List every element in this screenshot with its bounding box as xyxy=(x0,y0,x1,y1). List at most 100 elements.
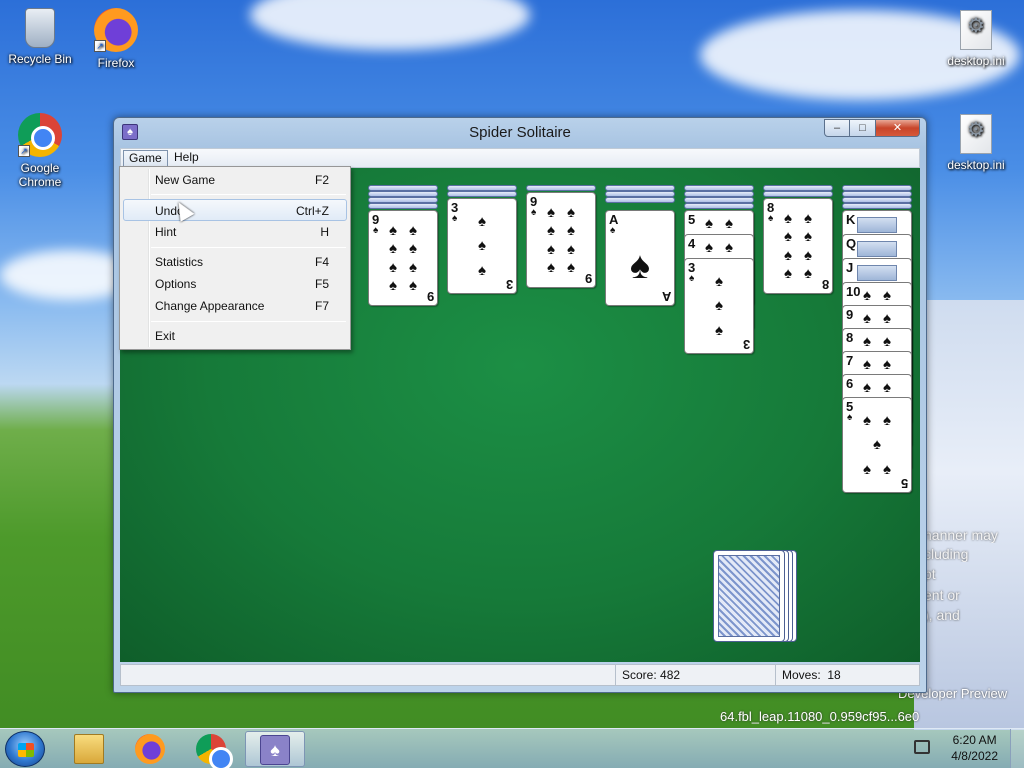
card-pips: ♠ ♠ ♠ xyxy=(478,212,486,280)
card-rank: 5 xyxy=(688,212,696,227)
menu-item-label: Change Appearance xyxy=(155,299,265,313)
tableau-card[interactable]: A ♠ ♠ A xyxy=(605,210,675,306)
menu-item-new-game[interactable]: New Game F2 xyxy=(123,169,347,191)
menu-item-statistics[interactable]: Statistics F4 xyxy=(123,251,347,273)
start-button[interactable] xyxy=(5,731,45,767)
menu-item-label: Statistics xyxy=(155,255,204,269)
card-rank: 8 xyxy=(846,330,854,345)
tableau-card[interactable]: 3 ♠ ♠ ♠ ♠ 3 xyxy=(447,198,517,294)
wallpaper-text: pt xyxy=(924,566,936,582)
desktop-icon-recycle-bin[interactable]: Recycle Bin xyxy=(0,8,80,66)
stock-pile[interactable] xyxy=(713,550,785,642)
system-clock[interactable]: 6:20 AM 4/8/2022 xyxy=(951,732,998,764)
card-rank: 3 xyxy=(505,277,513,292)
card-rank: Q xyxy=(846,236,857,251)
desktop-icon-chrome[interactable]: ↗ Google Chrome xyxy=(0,113,80,189)
recycle-bin-icon xyxy=(25,8,55,48)
card-pips: ♠ ♠ ♠ xyxy=(715,272,723,340)
card-pips: ♠ ♠ xyxy=(863,379,891,396)
card-pips: ♠ ♠ xyxy=(863,287,891,304)
window-title: Spider Solitaire xyxy=(469,124,571,141)
tableau-card[interactable]: 5 ♠ ♠ ♠ ♠ ♠ ♠ 5 xyxy=(842,397,912,493)
folder-icon xyxy=(74,734,104,764)
score-value: 482 xyxy=(660,668,681,682)
desktop-icon-ini[interactable]: desktop.ini xyxy=(936,10,1016,68)
card-rank: 4 xyxy=(688,236,696,251)
tableau-card[interactable]: 8 ♠ ♠ ♠ ♠ ♠ ♠ ♠ ♠ ♠ 8 xyxy=(763,198,833,294)
minimize-button[interactable]: – xyxy=(824,119,850,137)
menu-item-label: Exit xyxy=(155,329,176,343)
maximize-button[interactable]: □ xyxy=(850,119,876,137)
card-face-art xyxy=(857,241,897,257)
wallpaper-text: ent or xyxy=(924,587,960,603)
card-rank: 9 xyxy=(846,307,854,322)
title-bar[interactable]: ♠ Spider Solitaire – □ ✕ xyxy=(114,118,926,146)
menu-item-change-appearance[interactable]: Change Appearance F7 xyxy=(123,295,347,317)
spade-icon: ♠ xyxy=(847,412,853,423)
taskbar-spider-solitaire[interactable]: ♠ xyxy=(245,731,305,767)
card-pips: ♠ ♠ xyxy=(863,310,891,327)
menu-item-hint[interactable]: Hint H xyxy=(123,221,347,243)
taskbar-chrome[interactable] xyxy=(182,731,242,768)
card-pips: ♠ ♠ xyxy=(863,333,891,350)
face-down-card xyxy=(763,191,833,197)
desktop-icon-ini[interactable]: desktop.ini xyxy=(936,114,1016,172)
shortcut-arrow-icon: ↗ xyxy=(18,145,30,157)
wallpaper-text: nanner may xyxy=(924,527,998,543)
face-down-card xyxy=(605,197,675,203)
menu-item-options[interactable]: Options F5 xyxy=(123,273,347,295)
spade-icon: ♠ xyxy=(531,207,537,218)
watermark-text: 64.fbl_leap.11080_0.959cf95...6e0 xyxy=(720,709,920,724)
desktop-icon-label: desktop.ini xyxy=(947,54,1005,68)
spider-solitaire-icon: ♠ xyxy=(260,735,290,765)
tableau-card[interactable]: 9 ♠ ♠ ♠ ♠ ♠ ♠ ♠ ♠ ♠ 9 xyxy=(368,210,438,306)
card-pips: ♠ ♠ ♠ ♠ ♠ ♠ ♠ ♠ xyxy=(389,221,417,295)
spade-icon: ♠ xyxy=(768,213,774,224)
face-down-card xyxy=(368,203,438,209)
score-label: Score: xyxy=(622,668,657,682)
card-rank: A xyxy=(661,289,671,304)
menu-separator xyxy=(151,194,346,195)
menu-item-shortcut: F5 xyxy=(314,277,329,291)
desktop-icon-label: desktop.ini xyxy=(947,158,1005,172)
caption-buttons: – □ ✕ xyxy=(824,119,920,137)
desktop-icon-label: Google xyxy=(20,161,60,175)
card-rank: 6 xyxy=(846,376,854,391)
card-pips: ♠ ♠ xyxy=(863,356,891,373)
menu-game[interactable]: Game xyxy=(123,150,168,167)
settings-file-icon xyxy=(960,114,992,154)
menu-item-label: Hint xyxy=(155,225,177,239)
menu-item-shortcut: F7 xyxy=(314,299,329,313)
spade-icon: ♠ xyxy=(610,225,616,236)
wallpaper-text: cluding xyxy=(924,546,969,562)
menu-item-exit[interactable]: Exit xyxy=(123,325,347,347)
close-button[interactable]: ✕ xyxy=(876,119,920,137)
card-rank: 5 xyxy=(900,476,908,491)
menu-item-shortcut: F2 xyxy=(314,173,329,187)
card-rank: 8 xyxy=(821,277,829,292)
desktop-icon-label: Chrome xyxy=(18,175,62,189)
taskbar-explorer[interactable] xyxy=(60,731,120,767)
card-rank: 3 xyxy=(742,337,750,352)
tableau-card[interactable]: 3 ♠ ♠ ♠ ♠ 3 xyxy=(684,258,754,354)
tableau-card[interactable]: 9 ♠ ♠ ♠ ♠ ♠ ♠ ♠ ♠ ♠ 9 xyxy=(526,192,596,288)
show-desktop-button[interactable] xyxy=(1010,729,1024,768)
network-icon[interactable] xyxy=(914,740,930,754)
menu-help[interactable]: Help xyxy=(169,150,204,167)
spade-icon: ♠ xyxy=(629,245,651,287)
face-down-card xyxy=(684,203,754,209)
taskbar-firefox[interactable] xyxy=(121,731,181,767)
moves-value: 18 xyxy=(827,668,841,682)
moves-display: Moves: 18 xyxy=(775,665,919,685)
moves-label: Moves: xyxy=(782,668,821,682)
shortcut-arrow-icon: ↗ xyxy=(94,40,106,52)
spade-icon: ♠ xyxy=(452,213,458,224)
settings-file-icon xyxy=(960,10,992,50)
clock-time: 6:20 AM xyxy=(952,733,997,747)
firefox-icon: ↗ xyxy=(94,8,138,52)
face-down-card xyxy=(526,185,596,191)
menu-item-undo[interactable]: Undo Ctrl+Z xyxy=(123,199,347,221)
desktop-icon-firefox[interactable]: ↗ Firefox xyxy=(76,8,156,70)
desktop-icon-label: Recycle Bin xyxy=(8,52,72,66)
card-rank: K xyxy=(846,212,856,227)
